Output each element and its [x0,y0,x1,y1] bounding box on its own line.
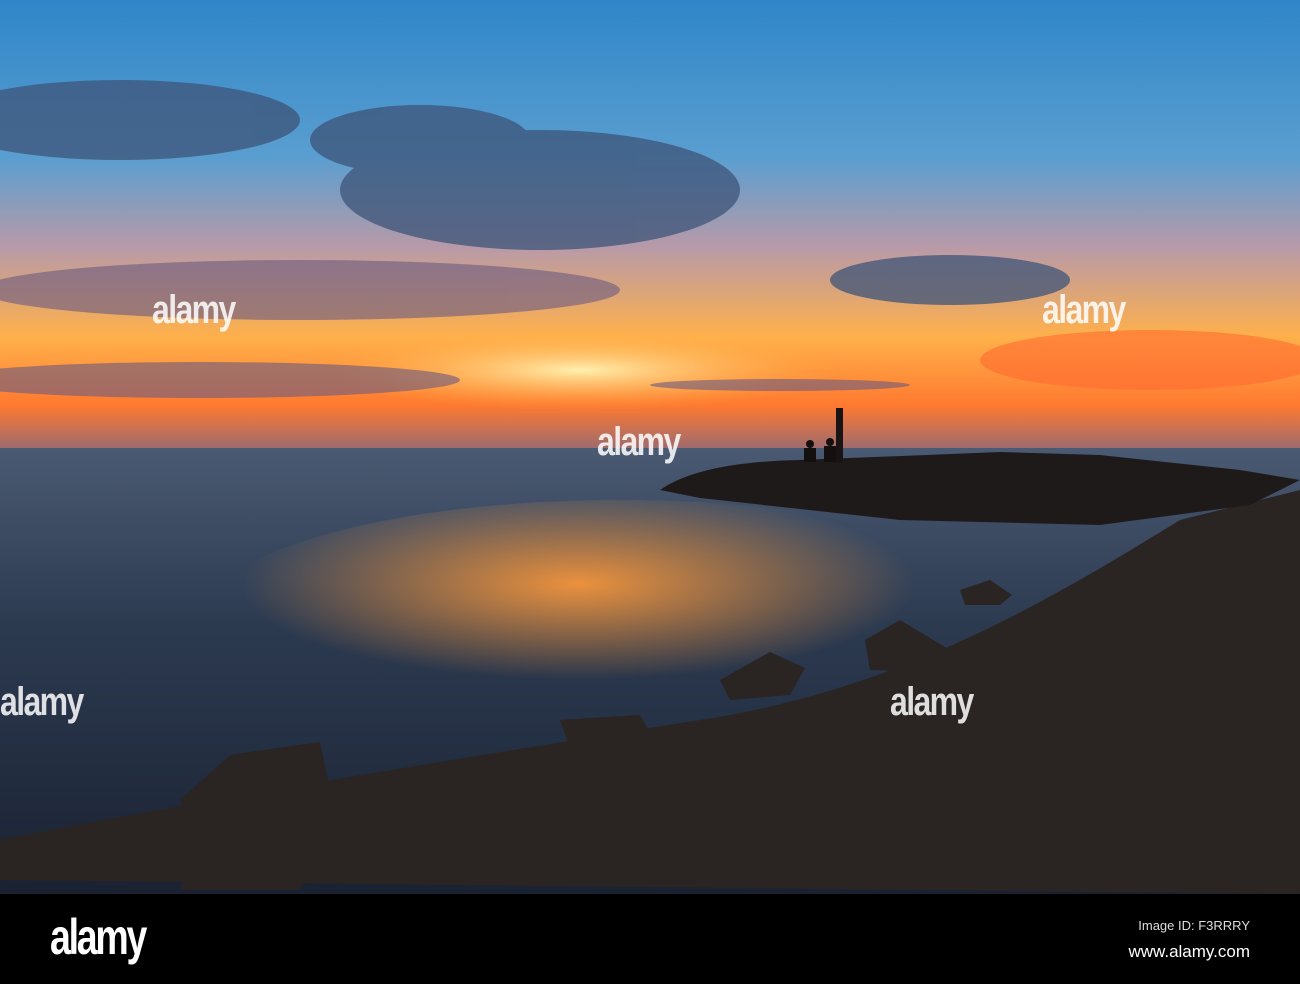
watermark: alamy [152,288,236,332]
watermark: alamy [597,420,681,464]
footer-bar: alamy Image ID: F3RRRY www.alamy.com [0,894,1300,984]
watermark: alamy [0,680,84,724]
sunset-beach-photo: alamy alamy alamy alamy alamy [0,0,1300,894]
website-link: www.alamy.com [1128,942,1250,961]
watermark: alamy [1042,288,1126,332]
image-id: Image ID: F3RRRY [1138,918,1250,933]
watermark: alamy [890,680,974,724]
alamy-logo: alamy [50,909,147,965]
post [836,408,843,463]
